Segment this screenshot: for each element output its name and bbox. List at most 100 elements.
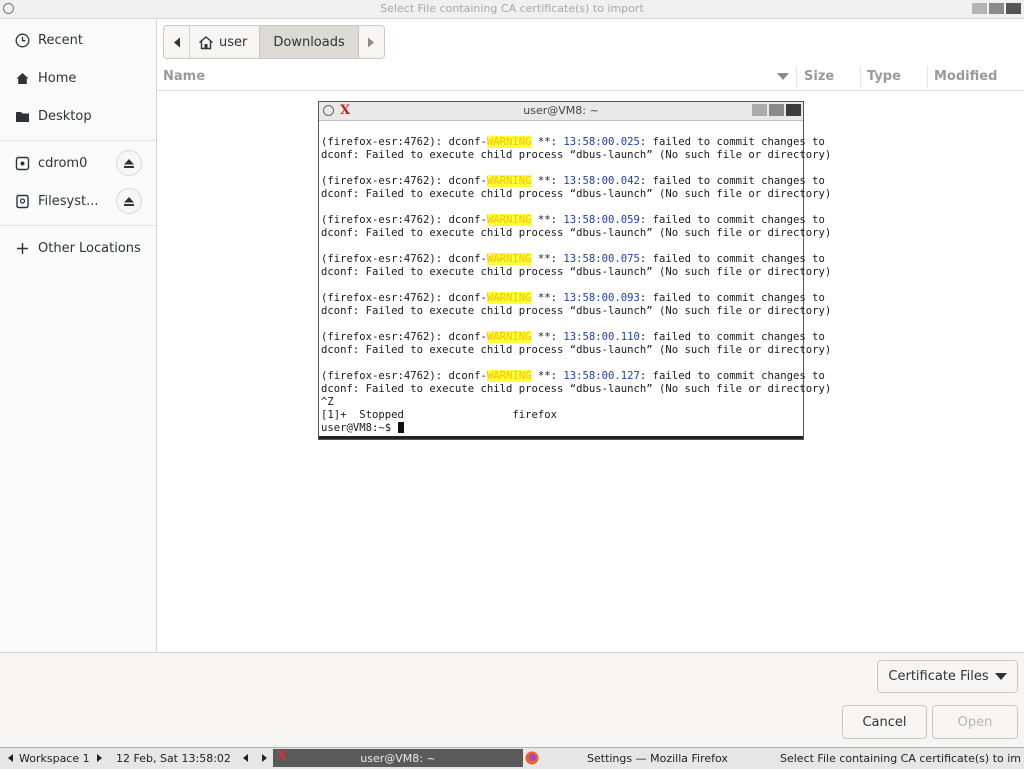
sidebar-item-label: Recent [38,32,83,48]
sidebar-item-desktop[interactable]: Desktop [0,99,156,133]
warning-timestamp: 13:58:00.110 [563,331,640,343]
sidebar-item-filesystem[interactable]: Filesyst... [0,184,156,218]
terminal-output[interactable]: (firefox-esr:4762): dconf-WARNING **: 13… [321,136,832,435]
arrow-left-icon [8,754,13,762]
workspace-prev-button[interactable] [8,752,13,765]
tasks-next-button[interactable] [262,752,267,765]
warning-prefix: (firefox-esr:4762): dconf- [321,214,487,226]
warning-prefix: (firefox-esr:4762): dconf- [321,136,487,148]
task-label: user@VM8: ~ [360,752,436,765]
taskbar-task-firefox[interactable]: Settings — Mozilla Firefox [587,752,728,765]
terminal-warning-line: (firefox-esr:4762): dconf-WARNING **: 13… [321,214,825,227]
warning-level: WARNING [486,253,532,265]
terminal-error-line: dconf: Failed to execute child process “… [321,383,832,395]
column-header-modified[interactable]: Modified [934,69,997,84]
taskbar: Workspace 1 12 Feb, Sat 13:58:02 X user@… [0,747,1024,769]
eject-button[interactable] [116,188,142,214]
arrow-right-icon [262,754,267,762]
warning-prefix: (firefox-esr:4762): dconf- [321,175,487,187]
file-filter-dropdown[interactable]: Certificate Files [877,660,1018,693]
cancel-button[interactable]: Cancel [842,705,927,739]
warning-message: : failed to commit changes to [639,175,825,187]
warning-level: WARNING [486,214,532,226]
tasks-prev-button[interactable] [243,752,248,765]
places-sidebar: Recent Home Desktop cdrom0 Filesyst... O… [0,19,157,652]
maximize-button[interactable] [769,104,784,116]
eject-button[interactable] [116,150,142,176]
arrow-left-icon [243,754,248,762]
open-button[interactable]: Open [932,705,1018,739]
taskbar-task-file-chooser[interactable]: Select File containing CA certificate(s)… [780,752,1021,765]
sidebar-separator [0,225,156,226]
sidebar-item-cdrom0[interactable]: cdrom0 [0,146,156,180]
drive-icon [14,193,31,210]
arrow-right-icon [97,754,102,762]
warning-separator: **: [531,253,564,265]
terminal-warning-line: (firefox-esr:4762): dconf-WARNING **: 13… [321,175,825,188]
warning-separator: **: [531,331,564,343]
close-button[interactable] [1006,3,1021,14]
home-icon [14,70,31,87]
folder-icon [14,108,31,125]
path-segment-user[interactable]: user [189,26,259,58]
warning-separator: **: [531,292,564,304]
window-controls [972,3,1021,14]
terminal-error-line: dconf: Failed to execute child process “… [321,344,832,356]
column-header-type[interactable]: Type [867,69,901,84]
terminal-error-line: dconf: Failed to execute child process “… [321,149,832,161]
path-scroll-left-button[interactable] [164,26,189,58]
dialog-action-area: Certificate Files Cancel Open [0,652,1024,747]
terminal-error-line: dconf: Failed to execute child process “… [321,188,832,200]
chevron-down-icon [994,673,1007,680]
sidebar-item-label: Home [38,70,77,86]
terminal-titlebar[interactable]: X user@VM8: ~ [319,102,803,121]
terminal-warning-line: (firefox-esr:4762): dconf-WARNING **: 13… [321,136,825,149]
plus-icon [14,240,31,257]
warning-timestamp: 13:58:00.127 [563,370,640,382]
warning-prefix: (firefox-esr:4762): dconf- [321,292,487,304]
file-filter-label: Certificate Files [888,669,989,684]
dialog-titlebar[interactable]: Select File containing CA certificate(s)… [0,0,1024,19]
terminal-window-controls [752,104,801,116]
warning-separator: **: [531,214,564,226]
clock-icon [14,32,31,49]
column-divider [860,66,861,88]
terminal-warning-line: (firefox-esr:4762): dconf-WARNING **: 13… [321,331,825,344]
minimize-button[interactable] [972,3,987,14]
warning-prefix: (firefox-esr:4762): dconf- [321,331,487,343]
sidebar-separator [0,140,156,141]
warning-message: : failed to commit changes to [639,370,825,382]
terminal-error-line: dconf: Failed to execute child process “… [321,227,832,239]
path-segment-label: Downloads [273,34,345,50]
warning-message: : failed to commit changes to [639,136,825,148]
column-divider [927,66,928,88]
close-button[interactable] [786,104,801,116]
maximize-button[interactable] [989,3,1004,14]
minimize-button[interactable] [752,104,767,116]
path-segment-downloads[interactable]: Downloads [259,26,359,58]
warning-message: : failed to commit changes to [639,214,825,226]
terminal-window[interactable]: X user@VM8: ~ (firefox-esr:4762): dconf-… [318,101,832,440]
warning-message: : failed to commit changes to [639,331,825,343]
sidebar-item-recent[interactable]: Recent [0,23,156,57]
sidebar-item-home[interactable]: Home [0,61,156,95]
sidebar-item-label: cdrom0 [38,155,88,171]
terminal-warning-line: (firefox-esr:4762): dconf-WARNING **: 13… [321,253,825,266]
workspace-next-button[interactable] [97,752,102,765]
warning-message: : failed to commit changes to [639,253,825,265]
taskbar-task-terminal[interactable]: X user@VM8: ~ [273,749,523,767]
warning-separator: **: [531,175,564,187]
column-header-name[interactable]: Name [163,69,205,84]
disc-icon [14,155,31,172]
path-scroll-right-button[interactable] [359,26,384,58]
warning-level: WARNING [486,331,532,343]
sidebar-item-other-locations[interactable]: Other Locations [0,231,156,265]
column-header-size[interactable]: Size [804,69,834,84]
warning-timestamp: 13:58:00.059 [563,214,640,226]
terminal-warning-line: (firefox-esr:4762): dconf-WARNING **: 13… [321,292,825,305]
dialog-title: Select File containing CA certificate(s)… [380,2,644,15]
